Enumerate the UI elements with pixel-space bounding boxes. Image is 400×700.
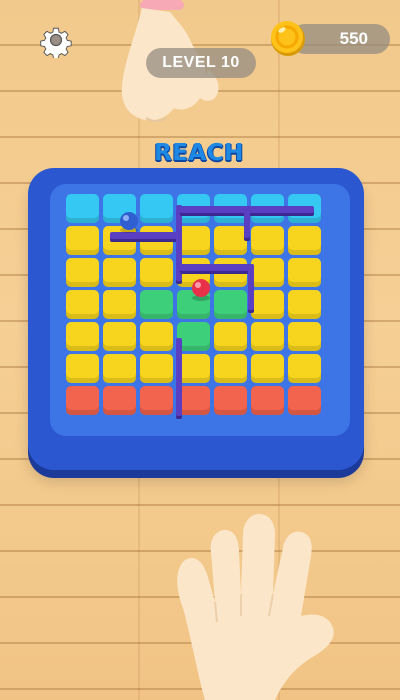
tile-yellow [214,226,247,255]
tile-yellow [251,226,284,255]
tile-yellow [251,290,284,319]
coin-icon [271,21,305,56]
level-indicator: LEVEL 10 [146,48,256,78]
tile-red [66,386,99,415]
tile-yellow [103,290,136,319]
tile-red [103,386,136,415]
tile-yellow [251,258,284,287]
tile-yellow [140,258,173,287]
tile-yellow [288,322,321,351]
tile-yellow [288,258,321,287]
maze-wall [176,338,182,416]
tile-yellow [66,354,99,383]
tile-yellow [66,290,99,319]
level-label: LEVEL 10 [162,54,240,71]
maze-wall [248,264,254,310]
tile-yellow [288,290,321,319]
tile-cyan [140,194,173,223]
tile-yellow [214,354,247,383]
coin-count: 550 [339,29,368,48]
maze-wall [180,264,254,271]
tile-red [288,386,321,415]
tile-red [251,386,284,415]
tile-green [214,290,247,319]
tile-green [140,290,173,319]
tile-yellow [140,226,173,255]
tile-yellow [103,322,136,351]
maze-wall [244,206,250,238]
player-hand-bottom [177,514,334,700]
tile-yellow [251,354,284,383]
tile-yellow [140,354,173,383]
tile-yellow [214,322,247,351]
red-ball[interactable] [190,276,212,302]
tile-yellow [214,258,247,287]
tile-red [214,386,247,415]
tile-cyan [66,194,99,223]
blue-ball[interactable] [118,210,140,234]
tile-yellow [288,226,321,255]
tile-yellow [66,322,99,351]
settings-button[interactable] [38,22,74,58]
tile-yellow [103,354,136,383]
tile-yellow [288,354,321,383]
tile-yellow [103,258,136,287]
tile-yellow [140,322,173,351]
tile-yellow [66,258,99,287]
gear-icon [40,27,72,58]
tile-yellow [66,226,99,255]
tile-red [140,386,173,415]
tile-yellow [251,322,284,351]
